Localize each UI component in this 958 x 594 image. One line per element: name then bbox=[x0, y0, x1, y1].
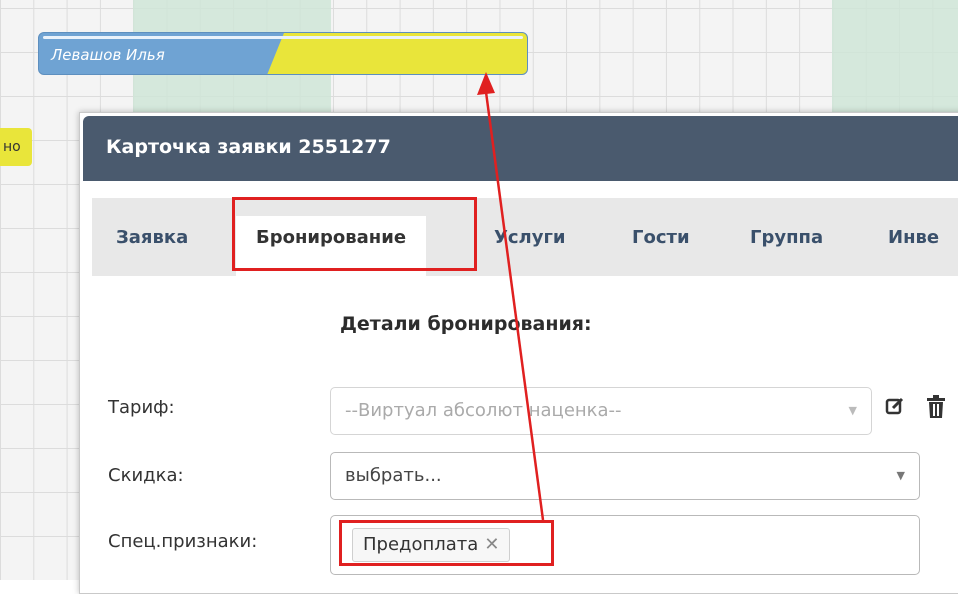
booking-bar-highlight bbox=[43, 36, 523, 39]
tab-guests[interactable]: Гости bbox=[632, 216, 690, 272]
special-feature-tag: Предоплата ✕ bbox=[352, 528, 511, 562]
tab-bar: Заявка Бронирование Услуги Гости Группа … bbox=[92, 198, 958, 276]
discount-label: Скидка: bbox=[108, 465, 184, 486]
tag-remove-icon[interactable]: ✕ bbox=[484, 534, 499, 555]
chevron-down-icon: ▼ bbox=[848, 404, 857, 417]
tab-group[interactable]: Группа bbox=[750, 216, 823, 272]
tab-services[interactable]: Услуги bbox=[494, 216, 565, 272]
tariff-select-value: --Виртуал абсолют наценка-- bbox=[345, 400, 622, 421]
side-booking-chip[interactable]: но bbox=[0, 128, 32, 166]
tab-request[interactable]: Заявка bbox=[116, 216, 188, 272]
side-chip-label: но bbox=[3, 139, 21, 155]
booking-bar[interactable]: Левашов Илья bbox=[38, 32, 528, 75]
special-features-label: Спец.признаки: bbox=[108, 531, 258, 552]
dialog-header[interactable]: Карточка заявки 2551277 bbox=[83, 116, 958, 181]
trash-icon[interactable] bbox=[925, 395, 947, 424]
section-title: Детали бронирования: bbox=[340, 313, 592, 335]
booking-guest-name: Левашов Илья bbox=[51, 46, 165, 64]
tariff-select[interactable]: --Виртуал абсолют наценка-- ▼ bbox=[330, 387, 872, 435]
tariff-label: Тариф: bbox=[108, 397, 175, 418]
chevron-down-icon: ▼ bbox=[896, 469, 905, 482]
discount-select-value: выбрать... bbox=[345, 465, 442, 486]
tab-booking[interactable]: Бронирование bbox=[236, 216, 427, 276]
discount-select[interactable]: выбрать... ▼ bbox=[330, 452, 920, 500]
edit-icon[interactable] bbox=[885, 396, 905, 421]
tag-label: Предоплата bbox=[363, 534, 479, 555]
tab-inventory[interactable]: Инве bbox=[888, 216, 939, 272]
dialog-title: Карточка заявки 2551277 bbox=[106, 136, 391, 158]
